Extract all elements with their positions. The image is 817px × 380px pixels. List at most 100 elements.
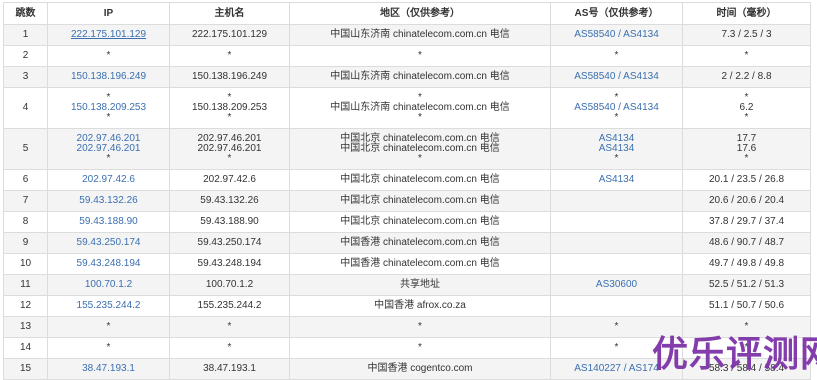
region-cell: 中国山东济南 chinatelecom.com.cn 电信 <box>289 24 551 46</box>
region-line: 中国北京 chinatelecom.com.cn 电信 <box>340 195 500 206</box>
time-line: 49.7 / 49.8 / 49.8 <box>708 258 785 269</box>
ip-line: * <box>106 50 111 61</box>
region-line: * <box>418 50 422 61</box>
hostname-cell: 100.70.1.2 <box>169 274 290 296</box>
header-hop: 跳数 <box>3 2 48 25</box>
ip-line[interactable]: 59.43.248.194 <box>51 259 166 269</box>
hostname-cell: 150.138.196.249 <box>169 66 290 88</box>
ip-line: * <box>106 342 111 353</box>
region-line: * <box>418 112 422 123</box>
region-cell: 中国香港 afrox.co.za <box>289 295 551 317</box>
hostname-line: 59.43.250.174 <box>197 237 262 248</box>
time-cell: 49.7 / 49.8 / 49.8 <box>682 253 811 275</box>
ip-cell: 100.70.1.2 <box>47 274 170 296</box>
hop-cell: 15 <box>3 358 48 380</box>
as-cell <box>550 295 683 317</box>
ip-line[interactable]: 59.43.132.26 <box>51 196 166 206</box>
hop-cell: 7 <box>3 190 48 212</box>
time-cell: * 6.2 * <box>682 87 811 129</box>
hop-cell: 14 <box>3 337 48 359</box>
ip-cell: * <box>47 337 170 359</box>
ip-line[interactable]: 202.97.42.6 <box>51 175 166 185</box>
hostname-line: 100.70.1.2 <box>205 279 254 290</box>
region-line: * <box>418 153 422 164</box>
hostname-cell: 202.97.42.6 <box>169 169 290 191</box>
hostname-cell: 59.43.188.90 <box>169 211 290 233</box>
ip-cell: 38.47.193.1 <box>47 358 170 380</box>
hop-cell: 11 <box>3 274 48 296</box>
header-region: 地区（仅供参考） <box>289 2 551 25</box>
table-row: 11 100.70.1.2 100.70.1.2 共享地址 AS30600 52.5 / … <box>3 274 811 296</box>
time-cell: 2 / 2.2 / 8.8 <box>682 66 811 88</box>
ip-line[interactable]: 59.43.188.90 <box>51 217 166 227</box>
as-cell: AS4134 <box>550 169 683 191</box>
ip-line[interactable]: 155.235.244.2 <box>51 301 166 311</box>
hostname-cell: * <box>169 316 290 338</box>
ip-cell: 59.43.188.90 <box>47 211 170 233</box>
ip-cell: * 150.138.209.253 * <box>47 87 170 129</box>
table-row: 3 150.138.196.249 150.138.196.249 中国山东济南 ch… <box>3 66 811 88</box>
ip-line[interactable]: 59.43.250.174 <box>51 238 166 248</box>
time-cell: * <box>682 45 811 67</box>
region-cell: * 中国山东济南 chinatelecom.com.cn 电信 * <box>289 87 551 129</box>
as-cell <box>550 232 683 254</box>
time-line: * <box>744 112 749 123</box>
table-row: 9 59.43.250.174 59.43.250.174 中国香港 chinatel… <box>3 232 811 254</box>
hop-cell: 1 <box>3 24 48 46</box>
table-row: 10 59.43.248.194 59.43.248.194 中国香港 chinate… <box>3 253 811 275</box>
ip-line[interactable]: 38.47.193.1 <box>51 364 166 374</box>
ip-line[interactable]: 150.138.196.249 <box>51 72 166 82</box>
ip-line[interactable]: 222.175.101.129 <box>51 30 166 40</box>
table-row: 8 59.43.188.90 59.43.188.90 中国北京 chinatelec… <box>3 211 811 233</box>
hostname-line: * <box>227 342 232 353</box>
ip-cell: 202.97.42.6 <box>47 169 170 191</box>
region-cell: * <box>289 337 551 359</box>
ip-cell: 150.138.196.249 <box>47 66 170 88</box>
ip-line[interactable]: 100.70.1.2 <box>51 280 166 290</box>
table-row: 5 202.97.46.201 202.97.46.201 * 202.97.46.20… <box>3 128 811 170</box>
region-line: 中国北京 chinatelecom.com.cn 电信 <box>340 174 500 185</box>
hop-cell: 6 <box>3 169 48 191</box>
hop-cell: 8 <box>3 211 48 233</box>
region-cell: 中国山东济南 chinatelecom.com.cn 电信 <box>289 66 551 88</box>
hostname-line: 202.97.42.6 <box>203 174 256 185</box>
as-line: * <box>614 112 619 123</box>
header-ip: IP <box>47 2 170 25</box>
as-line[interactable]: AS58540 / AS4134 <box>554 30 679 40</box>
table-header-row: 跳数 IP 主机名 地区（仅供参考） AS号（仅供参考） 时间（毫秒） <box>3 2 811 25</box>
hostname-line: 155.235.244.2 <box>197 300 262 311</box>
hostname-line: 59.43.248.194 <box>197 258 262 269</box>
region-line: 中国山东济南 chinatelecom.com.cn 电信 <box>330 29 510 40</box>
as-line[interactable]: AS58540 / AS4134 <box>554 72 679 82</box>
time-line: 52.5 / 51.2 / 51.3 <box>708 279 785 290</box>
hop-cell: 5 <box>3 128 48 170</box>
ip-cell: 222.175.101.129 <box>47 24 170 46</box>
hostname-cell: 38.47.193.1 <box>169 358 290 380</box>
time-cell: 52.5 / 51.2 / 51.3 <box>682 274 811 296</box>
as-line[interactable]: AS4134 <box>554 175 679 185</box>
time-line: 7.3 / 2.5 / 3 <box>721 29 772 40</box>
ip-cell: 59.43.250.174 <box>47 232 170 254</box>
hop-cell: 13 <box>3 316 48 338</box>
time-cell: 7.3 / 2.5 / 3 <box>682 24 811 46</box>
as-line[interactable]: AS30600 <box>554 280 679 290</box>
hostname-line: 59.43.188.90 <box>200 216 259 227</box>
time-line: 2 / 2.2 / 8.8 <box>721 71 772 82</box>
time-cell: 48.6 / 90.7 / 48.7 <box>682 232 811 254</box>
hop-cell: 2 <box>3 45 48 67</box>
hostname-cell: * <box>169 337 290 359</box>
time-line: 51.1 / 50.7 / 50.6 <box>708 300 785 311</box>
as-cell: AS58540 / AS4134 <box>550 24 683 46</box>
hop-cell: 3 <box>3 66 48 88</box>
region-cell: 中国香港 chinatelecom.com.cn 电信 <box>289 232 551 254</box>
hop-cell: 9 <box>3 232 48 254</box>
region-line: 中国香港 chinatelecom.com.cn 电信 <box>340 237 500 248</box>
header-time: 时间（毫秒） <box>682 2 811 25</box>
region-cell: 中国香港 cogentco.com <box>289 358 551 380</box>
time-line: * <box>744 153 749 164</box>
region-line: 共享地址 <box>400 279 440 290</box>
hostname-cell: * 150.138.209.253 * <box>169 87 290 129</box>
hostname-cell: 59.43.248.194 <box>169 253 290 275</box>
region-cell: * <box>289 316 551 338</box>
region-cell: 中国香港 chinatelecom.com.cn 电信 <box>289 253 551 275</box>
